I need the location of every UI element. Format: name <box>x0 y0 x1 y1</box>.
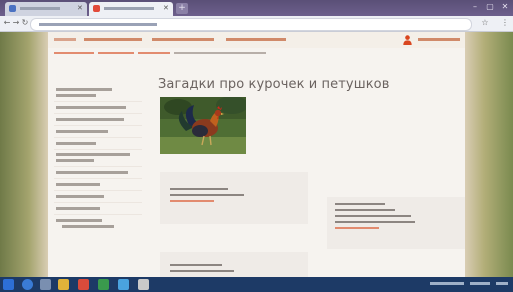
riddle-card <box>327 197 465 249</box>
user-account-link[interactable] <box>418 38 460 41</box>
sidebar-divider <box>54 101 142 102</box>
reload-icon[interactable]: ↻ <box>20 17 30 29</box>
riddle-text-line <box>170 270 234 272</box>
sidebar-item[interactable] <box>56 153 130 156</box>
folder-icon[interactable] <box>58 279 69 290</box>
background-grass-right <box>465 32 513 277</box>
sidebar-divider <box>54 137 142 138</box>
browser-tab[interactable]: ✕ <box>5 2 87 16</box>
sidebar-item[interactable] <box>56 130 108 133</box>
sidebar-item[interactable] <box>56 106 126 109</box>
address-bar-row: ← → ↻ ☆ ⋮ <box>0 16 513 32</box>
sidebar-item[interactable] <box>56 88 112 91</box>
sidebar-item[interactable] <box>56 219 102 222</box>
window-close-icon[interactable]: ✕ <box>498 1 512 13</box>
new-tab-icon[interactable]: + <box>176 3 188 14</box>
riddle-text-line <box>335 215 411 217</box>
riddle-card <box>160 172 308 224</box>
taskbar-app-icon[interactable] <box>78 279 89 290</box>
site-navbar <box>48 32 465 49</box>
sidebar-divider <box>54 202 142 203</box>
page-title: Загадки про курочек и петушков <box>158 77 390 92</box>
site-content: Загадки про курочек и петушков <box>48 32 465 277</box>
minimize-icon[interactable]: – <box>468 1 482 13</box>
sidebar-divider <box>54 190 142 191</box>
sidebar-item[interactable] <box>56 207 100 210</box>
sidebar-divider <box>54 125 142 126</box>
riddle-text-line <box>170 264 222 266</box>
star-icon[interactable]: ☆ <box>480 17 490 29</box>
taskbar-app-icon[interactable] <box>40 279 51 290</box>
sidebar-menu <box>48 58 148 277</box>
start-icon[interactable] <box>3 279 14 290</box>
breadcrumb-link[interactable] <box>98 52 134 54</box>
tab-title-placeholder <box>104 7 154 10</box>
riddle-answer-link[interactable] <box>170 200 214 202</box>
maximize-icon[interactable]: ▢ <box>483 1 497 13</box>
browser-tab-active[interactable]: ✕ <box>89 2 173 16</box>
breadcrumb-link[interactable] <box>54 52 94 54</box>
sidebar-item[interactable] <box>56 159 94 162</box>
sidebar-divider <box>54 113 142 114</box>
breadcrumb-current <box>174 52 266 54</box>
sidebar-subitem[interactable] <box>62 225 114 228</box>
tab-title-placeholder <box>20 7 60 10</box>
taskbar-app-icon[interactable] <box>98 279 109 290</box>
riddle-text-line <box>335 221 415 223</box>
browser-tab-favicon <box>9 5 16 12</box>
system-tray-icons[interactable] <box>430 282 464 285</box>
web-page: Загадки про курочек и петушков <box>0 32 513 277</box>
riddle-answer-link[interactable] <box>335 227 379 229</box>
breadcrumb-link[interactable] <box>138 52 170 54</box>
taskbar-app-icon[interactable] <box>138 279 149 290</box>
search-icon[interactable] <box>22 279 33 290</box>
menu-icon[interactable]: ⋮ <box>500 17 510 29</box>
background-grass-left <box>0 32 48 277</box>
nav-link[interactable] <box>84 38 142 41</box>
close-icon[interactable]: ✕ <box>163 5 169 12</box>
url-input[interactable] <box>30 18 472 31</box>
sidebar-item[interactable] <box>56 142 96 145</box>
breadcrumb <box>48 48 465 58</box>
sidebar-divider <box>54 214 142 215</box>
sidebar-divider <box>54 178 142 179</box>
riddle-text-line <box>335 203 385 205</box>
taskbar-app-icon[interactable] <box>118 279 129 290</box>
os-taskbar <box>0 277 513 292</box>
sidebar-item[interactable] <box>56 171 128 174</box>
browser-tab-favicon <box>93 5 100 12</box>
riddle-text-line <box>170 188 228 190</box>
riddle-text-line <box>335 209 395 211</box>
rooster-photo <box>160 97 246 154</box>
nav-link[interactable] <box>226 38 286 41</box>
sidebar-divider <box>54 149 142 150</box>
browser-tab-strip: ✕ ✕ + – ▢ ✕ <box>0 0 513 16</box>
taskbar-clock[interactable] <box>470 282 490 285</box>
nav-link[interactable] <box>54 38 76 41</box>
nav-link[interactable] <box>152 38 214 41</box>
sidebar-item[interactable] <box>56 183 100 186</box>
sidebar-item[interactable] <box>56 195 104 198</box>
riddle-text-line <box>170 194 244 196</box>
sidebar-divider <box>54 166 142 167</box>
sidebar-item[interactable] <box>56 94 96 97</box>
user-icon[interactable] <box>403 35 412 45</box>
url-text-placeholder <box>39 23 157 26</box>
sidebar-item[interactable] <box>56 118 124 121</box>
notifications-icon[interactable] <box>496 282 508 285</box>
riddle-card <box>160 252 308 277</box>
close-icon[interactable]: ✕ <box>77 5 83 12</box>
